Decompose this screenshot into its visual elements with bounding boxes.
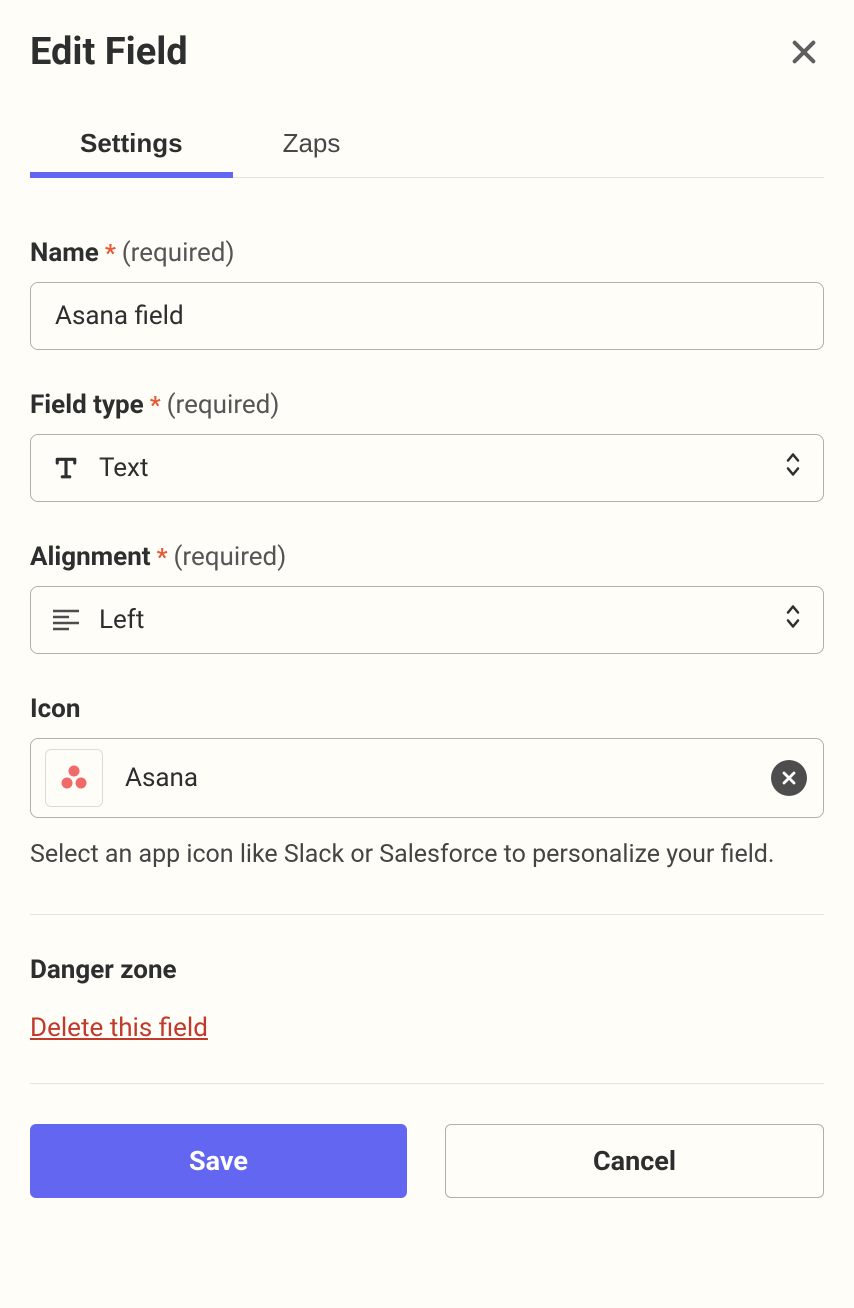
icon-value: Asana bbox=[125, 763, 809, 793]
required-text: (required) bbox=[167, 390, 280, 420]
x-circle-icon bbox=[781, 770, 797, 786]
field-type-label: Field type bbox=[30, 390, 144, 420]
required-text: (required) bbox=[122, 238, 235, 268]
icon-select[interactable]: Asana bbox=[30, 738, 824, 818]
divider bbox=[30, 914, 824, 915]
action-buttons: Save Cancel bbox=[30, 1124, 824, 1198]
icon-label: Icon bbox=[30, 694, 80, 724]
icon-help-text: Select an app icon like Slack or Salesfo… bbox=[30, 836, 824, 874]
close-button[interactable] bbox=[784, 32, 824, 72]
danger-zone-heading: Danger zone bbox=[30, 955, 824, 985]
alignment-select[interactable]: Left bbox=[30, 586, 824, 654]
alignment-group: Alignment * (required) Left bbox=[30, 542, 824, 654]
delete-field-link[interactable]: Delete this field bbox=[30, 1013, 208, 1043]
alignment-value: Left bbox=[99, 605, 803, 635]
name-label-row: Name * (required) bbox=[30, 238, 824, 268]
icon-label-row: Icon bbox=[30, 694, 824, 724]
required-star: * bbox=[105, 239, 116, 267]
align-left-icon bbox=[51, 607, 99, 633]
clear-icon-button[interactable] bbox=[771, 760, 807, 796]
save-button[interactable]: Save bbox=[30, 1124, 407, 1198]
name-label: Name bbox=[30, 238, 99, 268]
field-type-label-row: Field type * (required) bbox=[30, 390, 824, 420]
tabs: Settings Zaps bbox=[30, 114, 824, 178]
danger-zone: Danger zone Delete this field bbox=[30, 955, 824, 1043]
close-icon bbox=[788, 36, 820, 68]
field-type-value: Text bbox=[99, 453, 803, 483]
required-star: * bbox=[157, 543, 168, 571]
dialog-header: Edit Field bbox=[30, 30, 824, 74]
tab-settings[interactable]: Settings bbox=[30, 114, 233, 177]
tab-zaps[interactable]: Zaps bbox=[233, 114, 391, 177]
chevron-updown-icon bbox=[783, 603, 803, 638]
dialog-title: Edit Field bbox=[30, 30, 188, 74]
alignment-label: Alignment bbox=[30, 542, 151, 572]
required-star: * bbox=[150, 391, 161, 419]
asana-icon bbox=[45, 749, 103, 807]
divider bbox=[30, 1083, 824, 1084]
field-type-select[interactable]: Text bbox=[30, 434, 824, 502]
field-type-group: Field type * (required) Text bbox=[30, 390, 824, 502]
cancel-button[interactable]: Cancel bbox=[445, 1124, 824, 1198]
name-field-group: Name * (required) bbox=[30, 238, 824, 350]
name-input[interactable] bbox=[30, 282, 824, 350]
alignment-label-row: Alignment * (required) bbox=[30, 542, 824, 572]
text-type-icon bbox=[51, 453, 99, 483]
required-text: (required) bbox=[174, 542, 287, 572]
icon-group: Icon Asana Select an app icon like Slack… bbox=[30, 694, 824, 874]
chevron-updown-icon bbox=[783, 451, 803, 486]
